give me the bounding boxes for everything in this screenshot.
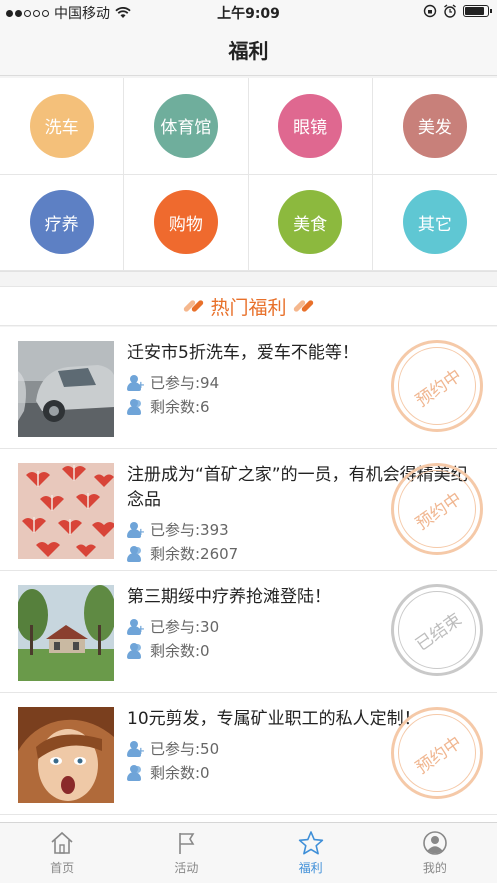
joined-row: + 已参与:393 [127,519,229,540]
status-stamp: 预约中 [391,340,483,432]
list-item[interactable]: 第三期绥中疗养抢滩登陆！ + 已参与:30 剩余数:0 已结束 [0,571,497,693]
joined-row: + 已参与:50 [127,738,219,759]
joined-count: 已参与:393 [150,521,229,539]
add-user-icon: + [127,521,145,538]
category-shopping[interactable]: 购物 [124,174,249,271]
category-label: 美发 [417,118,452,139]
rotation-lock-icon [423,4,437,18]
list-item[interactable]: 迁安市5折洗车，爱车不能等！ + 已参与:94 剩余数:6 预约中 [0,327,497,449]
alarm-icon [444,4,456,18]
remaining-count: 剩余数:0 [150,764,210,782]
category-grid: 洗车 体育馆 眼镜 美发 疗养 购物 美食 其它 [0,78,497,272]
status-text: 预约中 [411,488,466,534]
users-icon [127,764,145,781]
status-stamp: 预约中 [391,707,483,799]
status-stamp: 预约中 [391,463,483,555]
remaining-count: 剩余数:2607 [150,545,239,563]
category-circle: 其它 [402,190,467,255]
category-other[interactable]: 其它 [372,175,497,271]
category-label: 美食 [293,214,328,235]
category-recuperation[interactable]: 疗养 [0,174,125,271]
status-right [423,4,492,18]
category-hairdressing[interactable]: 美发 [372,78,497,175]
joined-count: 已参与:30 [150,618,220,636]
decoration-right [292,299,314,313]
remaining-row: 剩余数:6 [127,396,210,417]
category-food[interactable]: 美食 [248,174,373,271]
hot-benefits-title: 热门福利 [210,296,287,319]
status-text: 预约中 [411,732,466,778]
users-icon [127,545,145,562]
remaining-count: 剩余数:6 [150,398,210,416]
list-item[interactable]: 10元剪发，专属矿业职工的私人定制！ + 已参与:50 剩余数:0 预约中 [0,693,497,815]
hot-benefits-header: 热门福利 [0,286,497,326]
home-icon [51,831,73,854]
tab-home[interactable]: 首页 [0,823,124,883]
status-bar: 中国移动 上午9:09 [0,0,497,24]
category-stadium[interactable]: 体育馆 [124,78,249,175]
navigation-bar: 福利 [0,24,497,76]
remaining-row: 剩余数:0 [127,762,210,783]
category-car-wash[interactable]: 洗车 [0,78,125,175]
category-glasses[interactable]: 眼镜 [248,78,373,175]
users-icon [127,398,145,415]
battery-icon [463,5,492,17]
haircut-woman-photo [18,707,114,803]
tab-label: 福利 [298,861,323,875]
category-label: 疗养 [44,214,79,235]
remaining-row: 剩余数:2607 [127,543,238,564]
add-user-icon: + [127,618,145,635]
user-icon [423,831,447,855]
category-label: 其它 [417,214,452,235]
category-circle: 眼镜 [278,93,343,158]
battery-fill [465,7,484,15]
tab-bar: 首页 活动 福利 我的 [0,822,497,883]
status-stamp: 已结束 [391,584,483,676]
decoration-left [183,299,205,313]
category-circle: 疗养 [29,190,94,255]
tab-label: 我的 [422,861,447,875]
flag-icon [179,833,195,854]
category-circle: 洗车 [29,93,94,158]
remaining-count: 剩余数:0 [150,642,210,660]
benefits-list: 迁安市5折洗车，爱车不能等！ + 已参与:94 剩余数:6 预约中 注册成为“首… [0,327,497,822]
list-item[interactable]: 注册成为“首矿之家”的一员，有机会得精美纪念品 + 已参与:393 剩余数:26… [0,449,497,571]
gift-boxes-photo [18,463,114,559]
joined-row: + 已参与:94 [127,372,219,393]
users-icon [127,642,145,659]
tab-activity[interactable]: 活动 [124,823,248,883]
add-user-icon: + [127,740,145,757]
category-label: 体育馆 [160,118,212,139]
tab-label: 活动 [174,861,199,875]
resort-house-photo [18,585,114,681]
category-label: 眼镜 [293,118,328,139]
joined-count: 已参与:94 [150,374,220,392]
category-circle: 美发 [402,93,467,158]
tab-mine[interactable]: 我的 [373,823,497,883]
category-circle: 体育馆 [153,93,218,158]
star-icon [298,831,323,855]
joined-count: 已参与:50 [150,740,220,758]
remaining-row: 剩余数:0 [127,640,210,661]
add-user-icon: + [127,374,145,391]
tab-benefits[interactable]: 福利 [249,823,373,883]
status-text: 已结束 [411,609,466,655]
joined-row: + 已参与:30 [127,616,219,637]
tab-label: 首页 [50,861,75,875]
status-text: 预约中 [411,365,466,411]
category-circle: 美食 [278,190,343,255]
category-circle: 购物 [153,190,218,255]
page-title: 福利 [228,39,269,63]
car-wash-photo [18,341,114,437]
category-label: 洗车 [44,118,79,139]
category-label: 购物 [168,214,203,235]
